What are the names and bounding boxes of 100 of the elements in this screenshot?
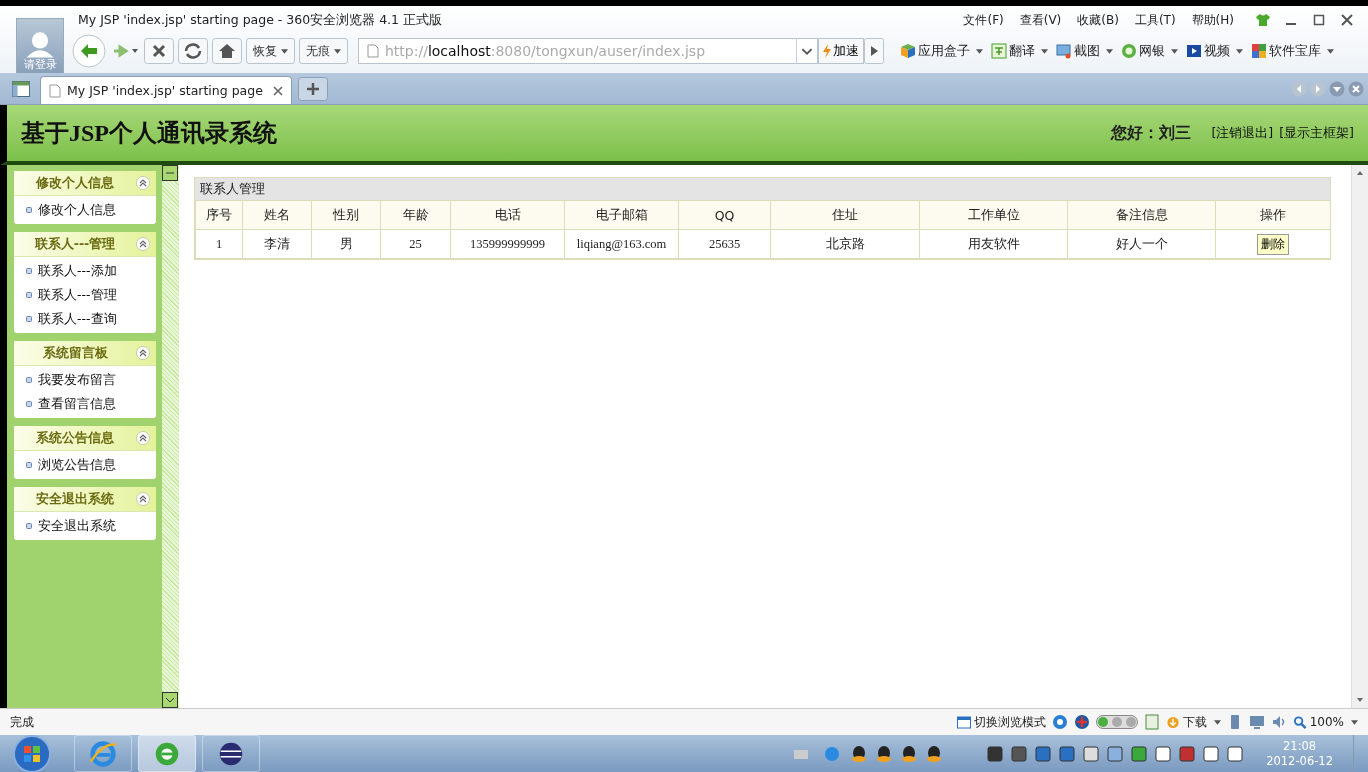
- site-title: 基于JSP个人通讯录系统: [21, 119, 278, 148]
- table-cell: 好人一个: [1067, 229, 1216, 259]
- maximize-icon[interactable]: [1312, 13, 1326, 27]
- sidebar-icon[interactable]: [12, 80, 30, 97]
- delete-button[interactable]: 删除: [1257, 233, 1289, 255]
- header-link[interactable]: [注销退出]: [1211, 124, 1274, 142]
- collapse-icon[interactable]: [136, 492, 150, 506]
- table-title: 联系人管理: [195, 178, 1330, 200]
- search-icon: [1292, 715, 1307, 729]
- caret-icon: [1171, 48, 1178, 54]
- refresh-button[interactable]: [178, 38, 208, 64]
- tab-list-icon[interactable]: [1329, 80, 1345, 97]
- menu-item[interactable]: 收藏(B): [1077, 11, 1119, 29]
- window-icon: [956, 715, 971, 729]
- column-header: 电话: [450, 200, 565, 230]
- panel-header[interactable]: 联系人---管理: [14, 232, 156, 257]
- shirt-icon[interactable]: [1256, 14, 1270, 26]
- table-cell: 135999999999: [450, 229, 565, 259]
- tool-icon: [900, 43, 916, 59]
- toolbar-menu-button[interactable]: 网银: [1119, 42, 1180, 60]
- column-header: 电子邮箱: [564, 200, 679, 230]
- close-tab-icon[interactable]: [1348, 80, 1364, 97]
- toolbar-button[interactable]: 无痕: [299, 38, 348, 64]
- column-header: 工作单位: [919, 200, 1068, 230]
- go-button[interactable]: [864, 38, 884, 64]
- speed-button[interactable]: 加速: [818, 38, 864, 64]
- toolbar-menu-button[interactable]: 翻译: [989, 42, 1050, 60]
- browser-tab[interactable]: My JSP 'index.jsp' starting page: [40, 76, 292, 104]
- new-tab-button[interactable]: [298, 76, 328, 101]
- toggle-switch-icon[interactable]: [1095, 715, 1138, 729]
- sidebar-link[interactable]: 联系人---添加: [38, 262, 117, 280]
- column-header: 操作: [1215, 200, 1331, 230]
- sidebar-link[interactable]: 联系人---查询: [38, 310, 117, 328]
- bullet-icon: [26, 462, 32, 468]
- collapse-icon[interactable]: [136, 176, 150, 190]
- caret-icon: [1106, 48, 1113, 54]
- speaker-icon[interactable]: [1270, 714, 1287, 730]
- download-button[interactable]: 下载: [1165, 713, 1221, 731]
- toolbar-menu-button[interactable]: 视频: [1184, 42, 1245, 60]
- bullet-icon: [26, 316, 32, 322]
- status-text: 完成: [10, 713, 34, 731]
- collapse-icon[interactable]: [136, 237, 150, 251]
- caret-icon: [1041, 48, 1048, 54]
- download-icon: [1165, 715, 1180, 729]
- column-header: 序号: [195, 200, 243, 230]
- toolbar-menu-button[interactable]: 软件宝库: [1249, 42, 1336, 60]
- column-header: 备注信息: [1067, 200, 1216, 230]
- scrollbar[interactable]: [1351, 165, 1368, 708]
- toolbar-button[interactable]: 恢复: [246, 38, 295, 64]
- browse-mode-button[interactable]: 切换浏览模式: [956, 713, 1046, 731]
- toolbar-menu-button[interactable]: 截图: [1054, 42, 1115, 60]
- sidebar-link[interactable]: 联系人---管理: [38, 286, 117, 304]
- column-header: 姓名: [242, 200, 312, 230]
- menu-item[interactable]: 工具(T): [1134, 11, 1176, 29]
- panel-header[interactable]: 修改个人信息: [14, 171, 156, 196]
- monitor-icon[interactable]: [1248, 714, 1265, 730]
- close-icon[interactable]: [1340, 13, 1354, 27]
- tool-icon: [1121, 43, 1137, 59]
- caret-icon: [1236, 48, 1243, 54]
- caret-icon: [1351, 719, 1358, 725]
- page-icon: [367, 44, 379, 58]
- toolbar-menu-button[interactable]: 应用盒子: [898, 42, 985, 60]
- back-button[interactable]: [72, 34, 106, 68]
- tray-icons-drawing[interactable]: [794, 743, 1245, 764]
- sidebar-link[interactable]: 浏览公告信息: [38, 456, 116, 474]
- zoom-button[interactable]: 100%: [1292, 715, 1358, 729]
- table-cell: liqiang@163.com: [564, 229, 679, 259]
- panel-header[interactable]: 安全退出系统: [14, 487, 156, 512]
- start-button[interactable]: [12, 733, 52, 772]
- taskbar-app[interactable]: [202, 735, 260, 772]
- header-link[interactable]: [显示主框架]: [1279, 124, 1354, 142]
- bullet-icon: [26, 207, 32, 213]
- scroll-up-icon[interactable]: [1355, 169, 1365, 177]
- panel-header[interactable]: 系统留言板: [14, 341, 156, 366]
- menu-item[interactable]: 文件(F): [963, 11, 1004, 29]
- tool-icon: [1056, 43, 1072, 59]
- menu-item[interactable]: 查看(V): [1019, 11, 1062, 29]
- clock-time: 21:08: [1283, 738, 1317, 754]
- expand-frame-button[interactable]: [162, 692, 178, 708]
- bullet-icon: [26, 401, 32, 407]
- table-cell: 李清: [242, 229, 312, 259]
- menu-item[interactable]: 帮助(H): [1191, 11, 1234, 29]
- address-field[interactable]: http://localhost:8080/tongxun/auser/index.jsp: [358, 38, 818, 64]
- sidebar-link[interactable]: 安全退出系统: [38, 517, 116, 535]
- bullet-icon: [26, 292, 32, 298]
- clock-date: 2012-06-12: [1266, 753, 1333, 769]
- close-icon[interactable]: [273, 85, 283, 96]
- collapse-frame-button[interactable]: [162, 165, 178, 181]
- window-title: My JSP 'index.jsp' starting page - 360安全浏览器 4.1 正式版: [78, 11, 443, 29]
- collapse-icon[interactable]: [136, 431, 150, 445]
- sidebar-link[interactable]: 我要发布留言: [38, 371, 116, 389]
- home-button[interactable]: [212, 38, 242, 64]
- scroll-down-icon[interactable]: [1355, 696, 1365, 704]
- sidebar-link[interactable]: 修改个人信息: [38, 201, 116, 219]
- panel-header[interactable]: 系统公告信息: [14, 426, 156, 451]
- bullet-icon: [26, 377, 32, 383]
- table-cell: 男: [311, 229, 381, 259]
- collapse-icon[interactable]: [136, 346, 150, 360]
- stop-button[interactable]: [144, 38, 174, 64]
- sidebar-link[interactable]: 查看留言信息: [38, 395, 116, 413]
